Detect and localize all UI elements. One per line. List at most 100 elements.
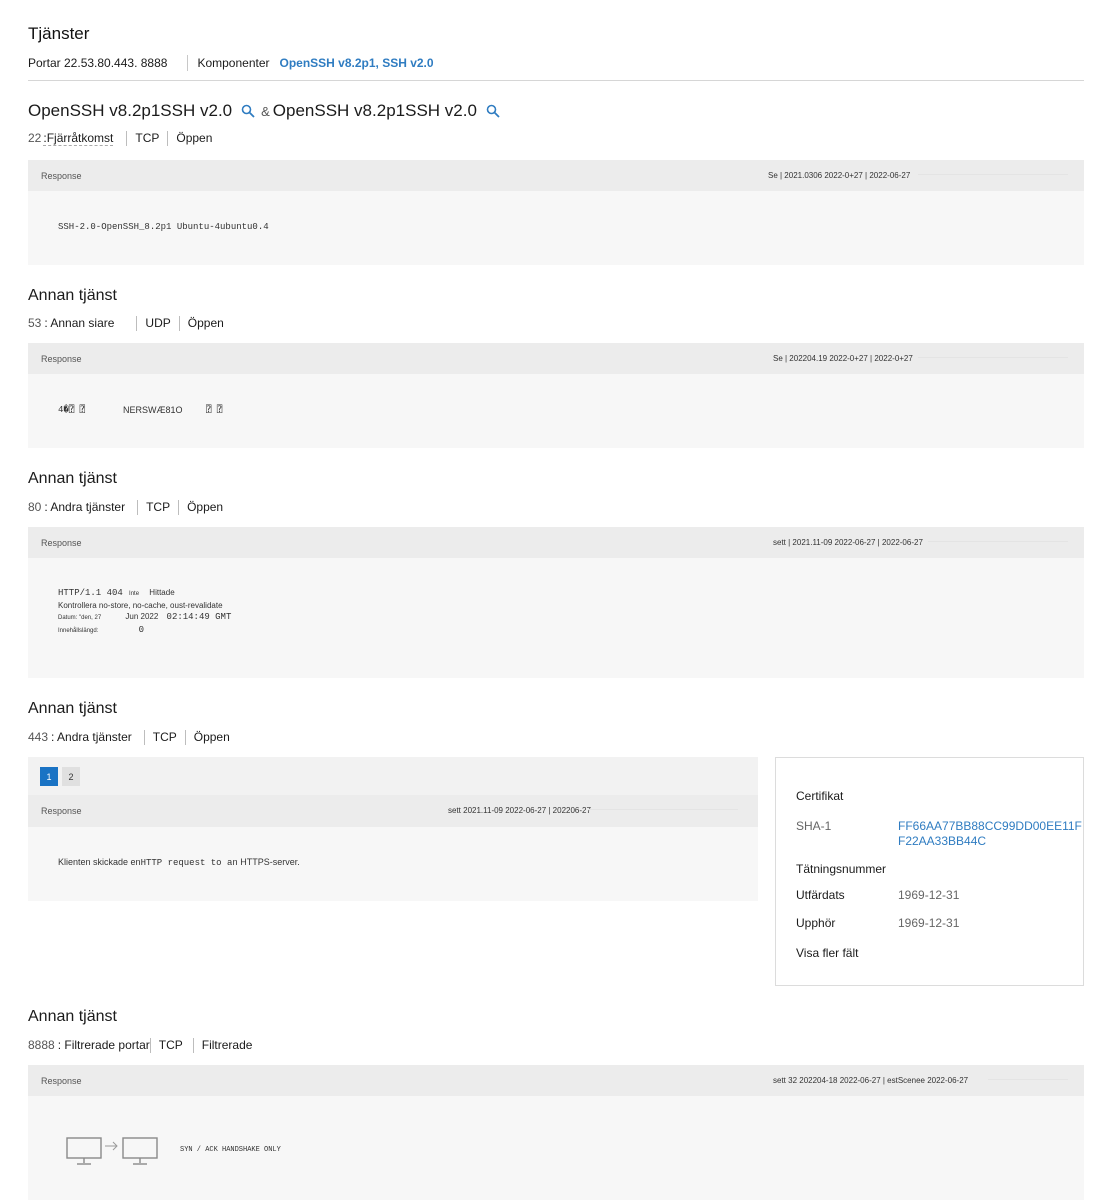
seen-dates: Se | 202204.19 2022-0+27 | 2022-0+27 bbox=[773, 354, 913, 363]
response-panel: Response sett 32 202204-18 2022-06-27 | … bbox=[28, 1065, 1084, 1200]
search-icon[interactable] bbox=[241, 104, 255, 118]
header-divider bbox=[28, 80, 1084, 81]
expires-label: Upphör bbox=[796, 916, 836, 930]
port-name: :Fjärråtkomst bbox=[43, 130, 114, 146]
divider bbox=[192, 1037, 194, 1053]
port-number: 22 bbox=[28, 131, 42, 145]
port-state: Öppen bbox=[187, 500, 224, 514]
certificate-card: Certifikat SHA-1 FF66AA77BB88CC99DD00EE1… bbox=[775, 757, 1084, 986]
response-panel: 1 2 Response sett 2021.11-09 2022-06-27 … bbox=[28, 757, 758, 901]
divider bbox=[149, 1037, 151, 1053]
response-bytes: 4�⍰ ⍰ bbox=[58, 405, 86, 415]
service-name-primary: OpenSSH v8.2p1SSH v2.0 bbox=[28, 101, 233, 120]
certificate-title: Certifikat bbox=[796, 789, 844, 803]
divider bbox=[137, 499, 139, 515]
issued-label: Utfärdats bbox=[796, 888, 845, 902]
service-title: Annan tjänst bbox=[28, 470, 117, 487]
port-name: : Filtrerade portar bbox=[57, 1038, 150, 1052]
protocol: TCP bbox=[146, 500, 171, 514]
seen-dates: Se | 2021.0306 2022-0+27 | 2022-06-27 bbox=[768, 171, 911, 180]
divider bbox=[126, 130, 128, 146]
response-body: SSH-2.0-OpenSSH_8.2p1 Ubuntu-4ubuntu0.4 bbox=[58, 222, 269, 232]
sha1-fingerprint-link[interactable]: FF66AA77BB88CC99DD00EE11F F22AA33BB44C bbox=[898, 819, 1082, 849]
port-number: 80 bbox=[28, 500, 42, 514]
header-value: 0 bbox=[138, 625, 145, 635]
components-link[interactable]: OpenSSH v8.2p1, SSH v2.0 bbox=[280, 56, 434, 70]
divider bbox=[178, 315, 180, 331]
service-title: Annan tjänst bbox=[28, 700, 117, 717]
service-title: Annan tjänst bbox=[28, 287, 117, 304]
response-label: Response bbox=[41, 806, 82, 816]
seen-dates: sett 32 202204-18 2022-06-27 | estScenee… bbox=[773, 1076, 969, 1085]
show-more-fields-link[interactable]: Visa fler fält bbox=[796, 946, 858, 960]
divider bbox=[167, 130, 169, 146]
components-label: Komponenter bbox=[197, 56, 270, 70]
expires-value: 1969-12-31 bbox=[898, 916, 960, 930]
service-meta: 8888 : Filtrerade portar TCP Filtrerade bbox=[28, 1037, 252, 1053]
response-line: Kontrollera no-store, no-cache, oust-rev… bbox=[58, 601, 223, 610]
response-label: Response bbox=[41, 171, 82, 181]
response-text: NERSWÆ81O bbox=[123, 405, 183, 415]
handshake-text: SYN / ACK HANDSHAKE ONLY bbox=[180, 1146, 281, 1154]
services-summary: Portar 22.53.80.443. 8888 Komponenter Op… bbox=[28, 54, 434, 72]
port-state: Filtrerade bbox=[201, 1038, 253, 1052]
protocol: TCP bbox=[152, 730, 177, 744]
service-meta: 22 :Fjärråtkomst TCP Öppen bbox=[28, 130, 212, 146]
port-number: 443 bbox=[28, 730, 49, 744]
port-state: Öppen bbox=[193, 730, 230, 744]
response-header: Response Se | 202204.19 2022-0+27 | 2022… bbox=[28, 343, 1084, 374]
divider bbox=[184, 729, 186, 745]
response-header: Response sett 32 202204-18 2022-06-27 | … bbox=[28, 1065, 1084, 1096]
divider bbox=[918, 357, 1068, 358]
service-title: OpenSSH v8.2p1SSH v2.0 & OpenSSH v8.2p1S… bbox=[28, 101, 506, 121]
response-text: HTTPS-server. bbox=[240, 857, 300, 867]
response-line: Datum: "den, 27 Jun 2022 02:14:49 GMT bbox=[58, 611, 231, 624]
seen-dates: sett 2021.11-09 2022-06-27 | 202206-27 bbox=[448, 806, 591, 815]
header-value: Jun 2022 bbox=[125, 612, 159, 621]
sha1-line: F22AA33BB44C bbox=[898, 834, 987, 848]
port-name: : Andra tjänster bbox=[51, 730, 132, 744]
response-label: Response bbox=[41, 354, 82, 364]
serial-label: Tätningsnummer bbox=[796, 862, 887, 876]
header-name: Innehållslängd: bbox=[58, 628, 99, 634]
port-name: : Annan siare bbox=[44, 316, 115, 330]
response-panel: Response sett | 2021.11-09 2022-06-27 | … bbox=[28, 527, 1084, 678]
port-number: 8888 bbox=[28, 1038, 55, 1052]
divider bbox=[187, 55, 189, 71]
monitor-icon bbox=[66, 1137, 102, 1165]
divider bbox=[178, 499, 180, 515]
response-panel: Response Se | 202204.19 2022-0+27 | 2022… bbox=[28, 343, 1084, 448]
divider bbox=[136, 315, 138, 331]
response-code: HTTP request to an bbox=[140, 858, 238, 868]
monitor-icon bbox=[122, 1137, 158, 1165]
issued-value: 1969-12-31 bbox=[898, 888, 960, 902]
port-name: : Andra tjänster bbox=[44, 500, 126, 514]
page-button-2[interactable]: 2 bbox=[62, 767, 80, 786]
service-meta: 80 : Andra tjänster TCP Öppen bbox=[28, 499, 223, 515]
service-title: Annan tjänst bbox=[28, 1008, 117, 1025]
ampersand: & bbox=[261, 103, 270, 119]
response-header: Response Se | 2021.0306 2022-0+27 | 2022… bbox=[28, 160, 1084, 191]
response-body: HTTP/1.1 404 Inte Hittade Kontrollera no… bbox=[58, 587, 231, 637]
divider bbox=[143, 729, 145, 745]
response-text: Klienten skickade en bbox=[58, 857, 141, 867]
search-icon[interactable] bbox=[486, 104, 500, 118]
ports-summary: Portar 22.53.80.443. 8888 bbox=[28, 56, 168, 70]
divider bbox=[918, 174, 1068, 175]
page-button-1[interactable]: 1 bbox=[40, 767, 58, 786]
seen-dates: sett | 2021.11-09 2022-06-27 | 2022-06-2… bbox=[773, 538, 923, 547]
protocol: UDP bbox=[145, 316, 171, 330]
status-word: Inte bbox=[129, 591, 140, 597]
protocol: TCP bbox=[158, 1038, 183, 1052]
response-bytes: ⍰ ⍰ bbox=[206, 405, 223, 415]
pagination: 1 2 bbox=[28, 757, 758, 795]
response-line: HTTP/1.1 404 Inte Hittade bbox=[58, 587, 231, 600]
response-header: Response sett | 2021.11-09 2022-06-27 | … bbox=[28, 527, 1084, 558]
response-line: Innehållslängd: 0 bbox=[58, 624, 231, 637]
status-word: Hittade bbox=[149, 588, 175, 597]
port-state: Öppen bbox=[187, 316, 224, 330]
response-header: Response sett 2021.11-09 2022-06-27 | 20… bbox=[28, 795, 758, 827]
response-panel: Response Se | 2021.0306 2022-0+27 | 2022… bbox=[28, 160, 1084, 265]
sha1-label: SHA-1 bbox=[796, 819, 832, 833]
divider bbox=[588, 809, 738, 810]
